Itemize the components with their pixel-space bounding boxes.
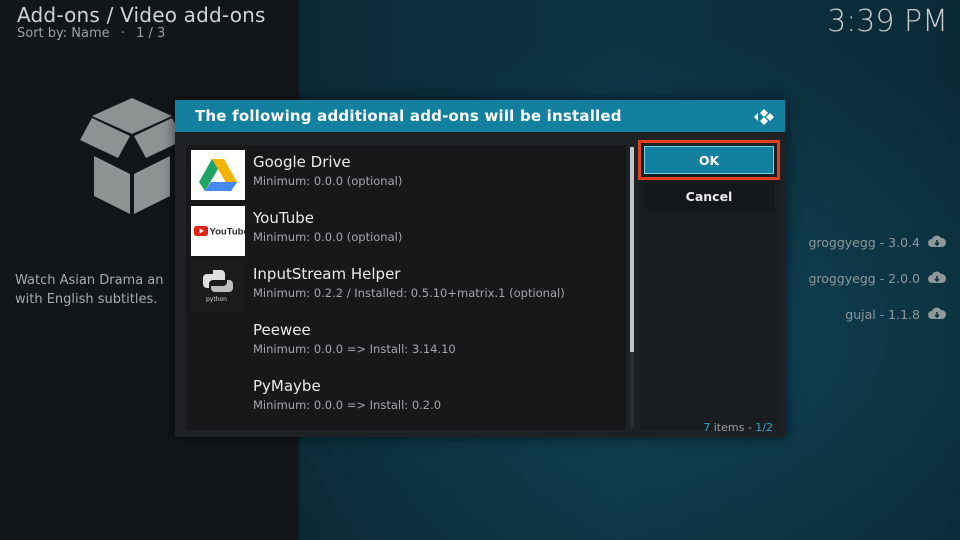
addon-box-icon	[80, 98, 184, 214]
item-detail: Minimum: 0.0.0 => Install: 3.14.10	[253, 342, 456, 356]
sort-label: Sort by: Name	[17, 26, 110, 41]
cloud-download-icon	[928, 235, 946, 247]
python-icon: python	[191, 262, 245, 312]
item-name: Peewee	[253, 321, 311, 339]
clock: 3:39 PM	[827, 4, 948, 39]
item-detail: Minimum: 0.0.0 (optional)	[253, 230, 403, 244]
item-count-number: 7	[703, 421, 711, 434]
item-count: 7 items - 1/2	[703, 421, 773, 434]
kodi-logo-icon	[754, 109, 774, 125]
item-name: InputStream Helper	[253, 265, 401, 283]
dialog-title: The following additional add-ons will be…	[195, 107, 622, 125]
list-item-pymaybe[interactable]: PyMaybe Minimum: 0.0.0 => Install: 0.2.0	[191, 372, 621, 424]
dialog-header: The following additional add-ons will be…	[175, 100, 785, 132]
addon-description-line2: with English subtitles.	[15, 292, 158, 307]
item-detail: Minimum: 0.0.0 (optional)	[253, 174, 403, 188]
python-icon-text: python	[206, 296, 227, 303]
youtube-icon-text: YouTube	[210, 227, 246, 238]
google-drive-icon	[191, 150, 245, 200]
item-count-separator: -	[747, 421, 752, 434]
page-indicator: 1 / 3	[136, 26, 166, 41]
page-title: Add-ons / Video add-ons	[17, 3, 266, 27]
ok-button[interactable]: OK	[644, 146, 774, 174]
addon-list: Google Drive Minimum: 0.0.0 (optional) Y…	[186, 145, 626, 430]
list-item-inputstream-helper[interactable]: python InputStream Helper Minimum: 0.2.2…	[191, 260, 621, 312]
install-dialog: The following additional add-ons will be…	[175, 100, 785, 437]
cloud-download-icon	[928, 271, 946, 283]
item-detail: Minimum: 0.2.2 / Installed: 0.5.10+matri…	[253, 286, 565, 300]
addon-description-line1: Watch Asian Drama an	[15, 273, 164, 288]
addon-description: Watch Asian Drama an with English subtit…	[15, 271, 185, 309]
youtube-icon: YouTube	[191, 206, 249, 256]
sort-info: Sort by: Name · 1 / 3	[17, 26, 165, 41]
item-count-page: 1/2	[755, 421, 773, 434]
list-scrollbar[interactable]	[630, 147, 634, 428]
list-item-youtube[interactable]: YouTube YouTube Minimum: 0.0.0 (optional…	[191, 204, 621, 256]
scrollbar-thumb[interactable]	[630, 147, 634, 352]
sort-separator: ·	[120, 26, 125, 41]
item-name: Google Drive	[253, 153, 351, 171]
background-list-item-label: gujal - 1.1.8	[845, 306, 920, 322]
cancel-button[interactable]: Cancel	[644, 182, 774, 210]
cloud-download-icon	[928, 307, 946, 319]
background-list-item-label: groggyegg - 3.0.4	[808, 234, 920, 250]
item-detail: Minimum: 0.0.0 => Install: 0.2.0	[253, 398, 442, 412]
background-list-item-label: groggyegg - 2.0.0	[808, 270, 920, 286]
item-count-label: items	[713, 421, 745, 434]
list-item-google-drive[interactable]: Google Drive Minimum: 0.0.0 (optional)	[191, 148, 621, 200]
item-name: YouTube	[253, 209, 314, 227]
list-item-peewee[interactable]: Peewee Minimum: 0.0.0 => Install: 3.14.1…	[191, 316, 621, 368]
item-name: PyMaybe	[253, 377, 321, 395]
